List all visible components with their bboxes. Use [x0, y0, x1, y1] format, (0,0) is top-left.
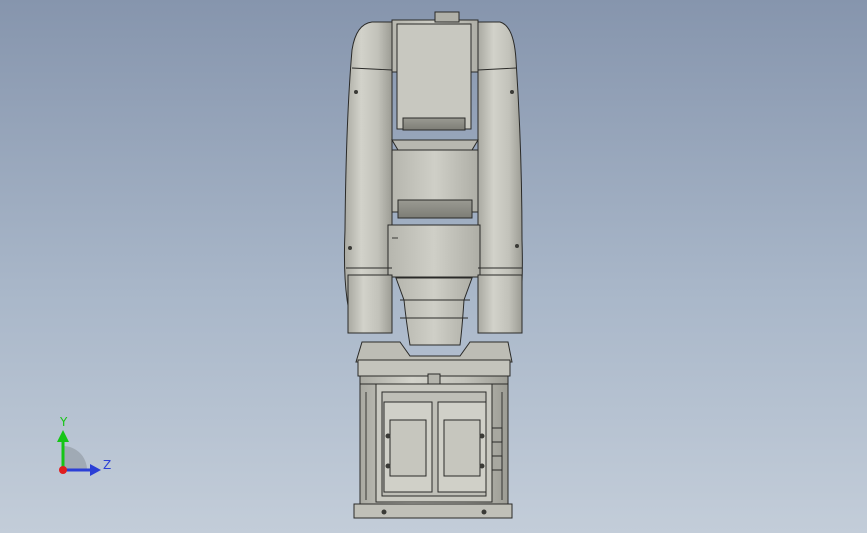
triad-y-arrow-icon: [57, 430, 69, 442]
screw: [385, 463, 391, 469]
wrist-motor: [396, 23, 472, 130]
forearm-crossbar-upper: [391, 139, 479, 151]
triad-z-label: Z: [103, 458, 111, 472]
shoulder-right-block: [477, 274, 523, 334]
triad-x-origin-icon: [59, 466, 67, 474]
screw: [385, 433, 391, 439]
base-module-right-window: [443, 419, 481, 477]
screw: [510, 90, 514, 94]
triad-y-label: Y: [59, 415, 68, 429]
screw: [354, 90, 358, 94]
base-foot: [353, 503, 513, 519]
base-module-left-window: [389, 419, 427, 477]
screw: [481, 509, 487, 515]
base-side-port: [491, 427, 503, 443]
base-side-port-lower: [491, 455, 503, 471]
orientation-triad[interactable]: Y Z: [57, 415, 111, 476]
wrist-motor-cap: [402, 117, 466, 131]
triad-xy-quadrant: [63, 446, 87, 470]
shoulder-left-block: [347, 274, 393, 334]
screw: [381, 509, 387, 515]
shoulder-yoke: [395, 277, 473, 346]
cad-graphics-viewport[interactable]: Y Z: [0, 0, 867, 533]
wrist-top-connector: [434, 11, 460, 23]
base-top-connector: [427, 373, 441, 385]
forearm-clamp: [397, 199, 473, 219]
screw: [479, 433, 485, 439]
screw: [348, 246, 352, 250]
robot-arm-model[interactable]: Y Z: [0, 0, 867, 533]
screw: [515, 244, 519, 248]
screw: [479, 463, 485, 469]
elbow-joint-cylinder: [387, 224, 481, 278]
triad-z-arrow-icon: [90, 464, 101, 476]
